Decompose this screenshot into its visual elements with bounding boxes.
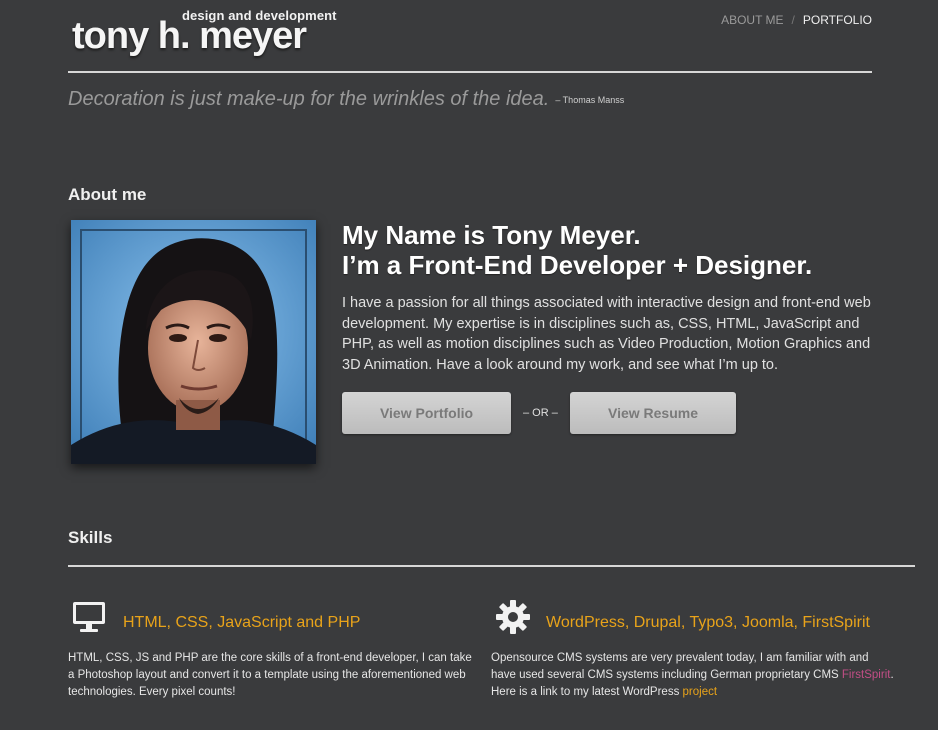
about-section-title: About me <box>68 185 147 204</box>
quote-author: – Thomas Manss <box>555 95 625 105</box>
view-portfolio-button[interactable]: View Portfolio <box>342 392 511 434</box>
wordpress-project-link[interactable]: project <box>683 686 718 698</box>
skills-divider <box>68 565 915 567</box>
gear-icon <box>495 599 531 635</box>
logo-name: tony h. meyer <box>72 15 307 57</box>
firstspirit-link[interactable]: FirstSpirit <box>842 669 891 681</box>
or-separator: – OR – <box>523 407 558 419</box>
headline-line-2: I’m a Front-End Developer + Designer. <box>342 250 813 280</box>
skill-title-cms: WordPress, Drupal, Typo3, Joomla, FirstS… <box>546 614 870 631</box>
monitor-icon <box>71 599 107 635</box>
headline-line-1: My Name is Tony Meyer. <box>342 220 641 250</box>
header-divider <box>68 71 872 73</box>
about-bio: I have a passion for all things associat… <box>342 295 871 374</box>
nav-link-portfolio[interactable]: PORTFOLIO <box>803 13 872 27</box>
skill-text-web: HTML, CSS, JS and PHP are the core skill… <box>68 652 472 698</box>
top-navigation: ABOUT ME / PORTFOLIO <box>721 13 872 27</box>
skills-section-title: Skills <box>68 528 113 547</box>
skill-text-cms: Opensource CMS systems are very prevalen… <box>491 650 896 701</box>
view-resume-button[interactable]: View Resume <box>570 392 736 434</box>
nav-separator: / <box>791 13 795 27</box>
skill-text-cms-part1: Opensource CMS systems are very prevalen… <box>491 652 869 681</box>
nav-link-about[interactable]: ABOUT ME <box>721 13 783 27</box>
quote-text: Decoration is just make-up for the wrink… <box>68 88 550 110</box>
quote: Decoration is just make-up for the wrink… <box>68 88 624 111</box>
profile-photo <box>71 220 316 464</box>
about-headline: My Name is Tony Meyer. I’m a Front-End D… <box>342 220 812 280</box>
skill-title-web: HTML, CSS, JavaScript and PHP <box>123 614 361 631</box>
